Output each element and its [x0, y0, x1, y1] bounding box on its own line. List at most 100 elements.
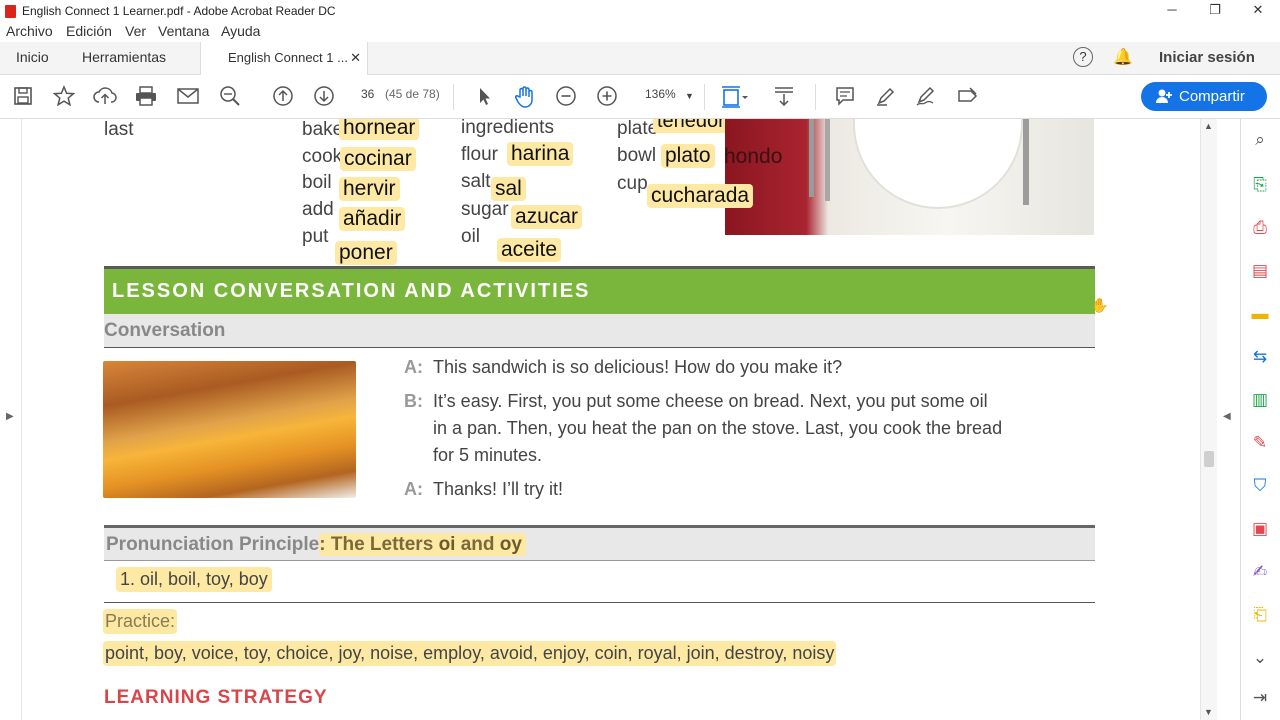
combine-files-icon[interactable]: ⇆ — [1249, 346, 1271, 368]
tab-herramientas[interactable]: Herramientas — [82, 42, 166, 75]
vocab-word: cup — [617, 173, 648, 194]
vocab-translation: hornear — [339, 119, 420, 140]
next-page-icon[interactable] — [312, 85, 336, 109]
add-user-icon — [1155, 82, 1173, 114]
search-icon[interactable]: ⌕ — [1249, 129, 1271, 151]
hand-cursor-icon: ✋ — [1091, 297, 1109, 313]
menu-ver[interactable]: Ver — [125, 23, 146, 39]
scroll-down-icon[interactable]: ▼ — [1204, 707, 1213, 717]
menu-archivo[interactable]: Archivo — [6, 23, 53, 39]
vocab-word: ingredients — [461, 119, 554, 138]
create-pdf-icon[interactable]: ⎙ — [1249, 217, 1271, 239]
comment-icon[interactable] — [833, 85, 857, 109]
lesson-banner: LESSON CONVERSATION AND ACTIVITIES — [104, 266, 1095, 314]
zoom-in-icon[interactable] — [595, 85, 619, 109]
conversation-line: in a pan. Then, you heat the pan on the … — [433, 418, 1003, 438]
collapse-pane-icon[interactable]: ⇥ — [1249, 687, 1271, 709]
vocab-translation: añadir — [339, 207, 406, 231]
tab-document[interactable]: English Connect 1 ... ✕ — [200, 42, 368, 75]
pronunciation-topic-text: : The Letters — [319, 534, 439, 555]
select-cursor-icon[interactable] — [472, 85, 496, 109]
left-panel-toggle[interactable]: ▶ — [0, 119, 22, 720]
page-number-input[interactable]: 36 — [361, 87, 374, 101]
scroll-up-icon[interactable]: ▲ — [1204, 121, 1213, 131]
menu-ventana[interactable]: Ventana — [158, 23, 209, 39]
restore-button[interactable]: ❐ — [1193, 0, 1237, 22]
share-button-label: Compartir — [1179, 88, 1245, 105]
tab-inicio[interactable]: Inicio — [16, 42, 49, 75]
vocab-word: put — [302, 226, 329, 247]
document-page: last bake hornear cook cocinar boil herv… — [23, 119, 1200, 720]
share-button[interactable]: Compartir — [1141, 82, 1267, 111]
draw-sign-icon[interactable] — [915, 85, 939, 109]
edit-pdf-icon[interactable]: ▥ — [1249, 389, 1271, 411]
divider — [104, 602, 1095, 603]
right-panel-toggle[interactable]: ◀ — [1217, 119, 1240, 720]
title-bar: English Connect 1 Learner.pdf - Adobe Ac… — [0, 0, 1280, 22]
toolbar-divider — [453, 84, 454, 110]
collapse-right-icon[interactable]: ◀ — [1223, 411, 1231, 422]
vocab-word: oil — [461, 226, 481, 247]
vocab-translation: cocinar — [340, 147, 416, 171]
print-icon[interactable] — [134, 85, 158, 109]
scrollbar-thumb[interactable] — [1204, 451, 1214, 467]
more-tools-chevron-icon[interactable]: ⌄ — [1249, 647, 1271, 669]
vocab-translation: azucar — [511, 205, 583, 229]
vocab-translation: tenedor — [653, 119, 729, 133]
vocab-translation: cucharada — [647, 184, 754, 208]
sign-pen-icon[interactable]: ✍ — [1249, 561, 1271, 583]
vocab-word: bake — [302, 119, 344, 140]
export-pdf-icon[interactable]: ⎘ — [1249, 174, 1271, 196]
scroll-mode-icon[interactable] — [772, 85, 796, 109]
save-icon[interactable] — [11, 85, 35, 109]
vertical-scrollbar[interactable]: ▲ ▼ — [1200, 119, 1217, 720]
notification-bell-icon[interactable]: 🔔 — [1113, 42, 1133, 75]
organize-pages-icon[interactable]: ▤ — [1249, 260, 1271, 282]
upload-cloud-icon[interactable] — [93, 85, 117, 109]
window-title: English Connect 1 Learner.pdf - Adobe Ac… — [22, 4, 336, 18]
sandwich-image — [103, 361, 356, 498]
tab-close-icon[interactable]: ✕ — [350, 42, 361, 73]
tab-document-label: English Connect 1 ... — [228, 50, 348, 65]
acrobat-pdf-icon[interactable]: ▣ — [1249, 518, 1271, 540]
previous-page-icon[interactable] — [271, 85, 295, 109]
zoom-out-icon[interactable] — [554, 85, 578, 109]
vocab-word: sugar — [461, 199, 509, 220]
comment-tool-icon[interactable]: ▬ — [1249, 303, 1271, 325]
zoom-level-select[interactable]: 136% — [645, 87, 676, 101]
hand-tool-icon[interactable] — [513, 85, 537, 109]
send-file-icon[interactable]: ⎗ — [1249, 604, 1271, 626]
pronunciation-oi: oi — [438, 534, 456, 555]
pronunciation-oy: oy — [499, 534, 522, 555]
fill-sign-icon[interactable] — [956, 85, 980, 109]
expand-left-icon[interactable]: ▶ — [6, 411, 14, 422]
pronunciation-and: and — [455, 534, 500, 555]
protect-shield-icon[interactable]: ⛉ — [1249, 475, 1271, 497]
menu-ayuda[interactable]: Ayuda — [221, 23, 260, 39]
speaker-label: B: — [404, 391, 423, 411]
pdf-app-icon — [5, 4, 16, 18]
fit-page-icon[interactable] — [720, 85, 748, 109]
close-window-button[interactable]: ✕ — [1236, 0, 1280, 22]
minimize-button[interactable]: ─ — [1150, 0, 1194, 22]
email-icon[interactable] — [176, 85, 200, 109]
pronunciation-topic: : The Letters oi and oy — [319, 533, 526, 556]
practice-words: point, boy, voice, toy, choice, joy, noi… — [103, 641, 837, 666]
learning-strategy-heading: LEARNING STRATEGY — [104, 687, 328, 708]
vocab-translation: poner — [335, 241, 397, 265]
conversation-line: for 5 minutes. — [433, 445, 543, 465]
page-count: (45 de 78) — [385, 87, 440, 101]
vocab-word: flour — [461, 144, 498, 165]
search-zoom-icon[interactable] — [218, 85, 242, 109]
bookmark-star-icon[interactable] — [52, 85, 76, 109]
highlight-pen-icon[interactable] — [874, 85, 898, 109]
pronunciation-example: 1. oil, boil, toy, boy — [116, 567, 272, 592]
vocab-word: add — [302, 199, 334, 220]
zoom-chevron-down-icon[interactable]: ▼ — [685, 91, 694, 101]
vocab-translation: plato — [661, 144, 715, 168]
fill-and-sign-icon[interactable]: ✎ — [1249, 432, 1271, 454]
help-icon[interactable]: ? — [1073, 47, 1093, 67]
signin-link[interactable]: Iniciar sesión — [1159, 42, 1255, 75]
menu-edicion[interactable]: Edición — [66, 23, 112, 39]
vocab-word: bowl — [617, 145, 657, 166]
